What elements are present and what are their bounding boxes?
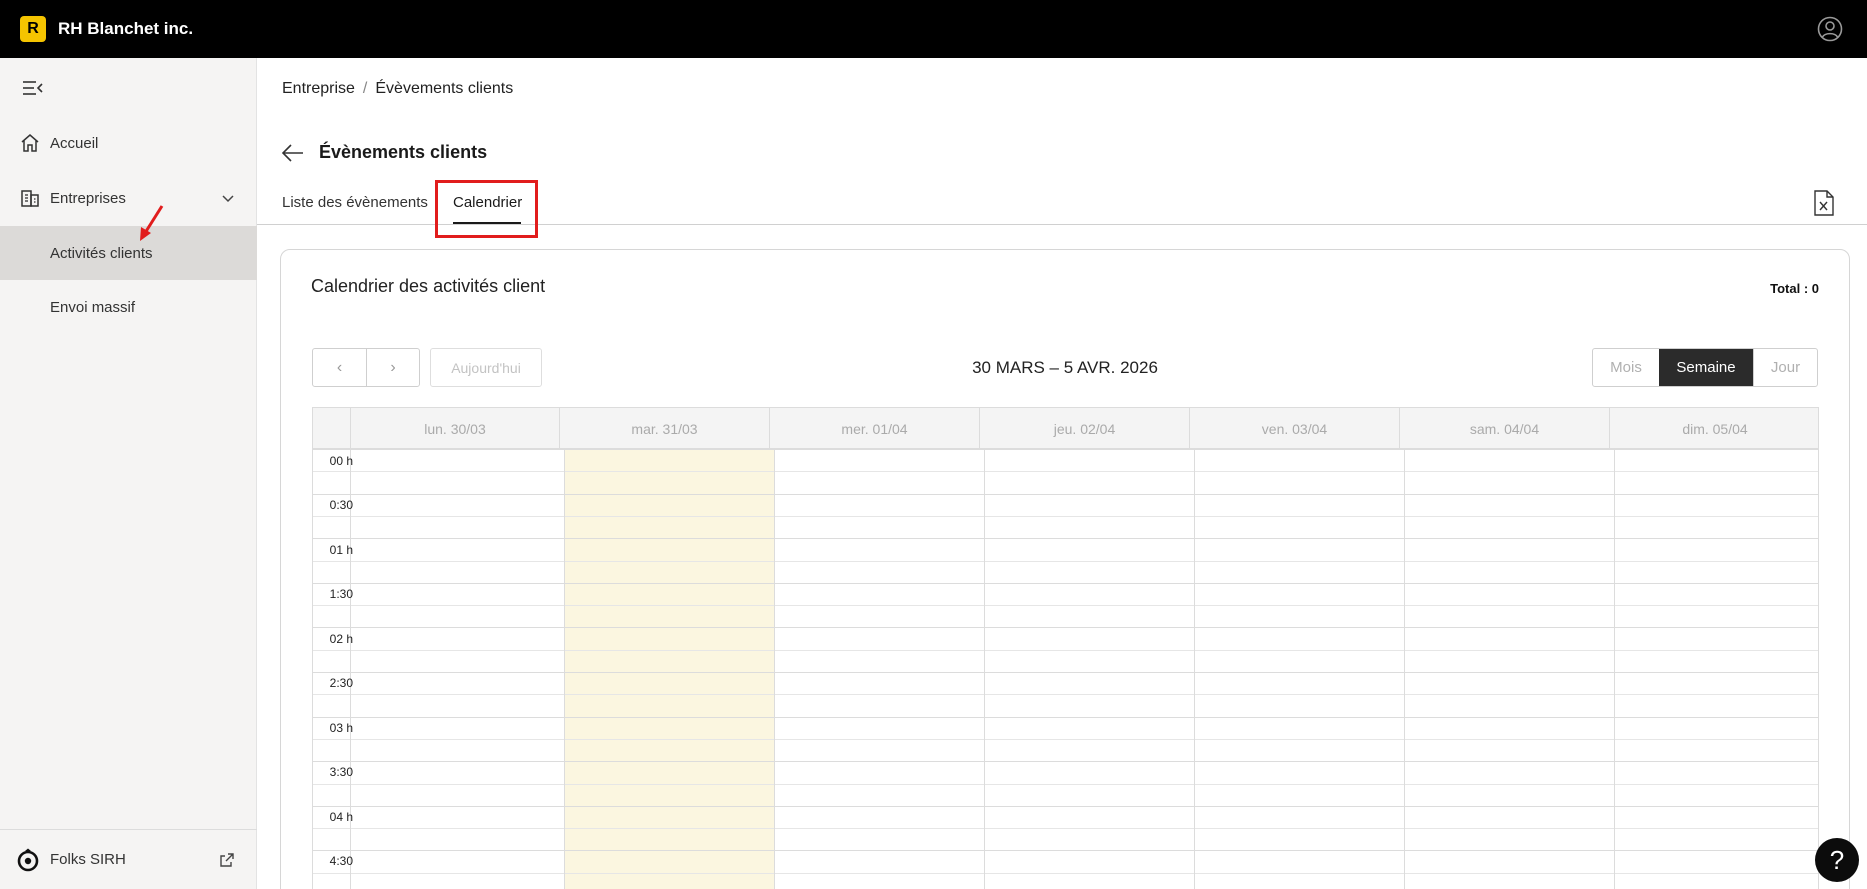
- sidebar-item-label: Activités clients: [50, 244, 153, 262]
- previous-button[interactable]: ‹: [313, 349, 366, 386]
- time-label: 4:30: [329, 854, 353, 868]
- grid-row-line: [313, 449, 1818, 450]
- collapse-menu-icon[interactable]: [22, 80, 44, 96]
- time-label: 03 h: [329, 721, 353, 735]
- grid-row-line: [313, 872, 1818, 874]
- annotation-arrow-icon: [140, 205, 164, 241]
- calendar-nav-group: ‹ ›: [312, 348, 420, 387]
- grid-row-line: [313, 538, 1818, 540]
- time-label: 2:30: [329, 676, 353, 690]
- grid-row-line: [313, 783, 1818, 785]
- excel-export-icon[interactable]: [1813, 190, 1835, 216]
- grid-row-line: [313, 761, 1818, 763]
- day-header: sam. 04/04: [1399, 408, 1609, 449]
- next-button[interactable]: ›: [365, 349, 419, 386]
- chevron-down-icon[interactable]: [221, 191, 235, 205]
- grid-row-line: [313, 605, 1818, 607]
- time-label: 1:30: [329, 587, 353, 601]
- folks-sirh-label: Folks SIRH: [50, 851, 126, 868]
- day-header: lun. 30/03: [350, 408, 559, 449]
- building-icon: [21, 190, 39, 207]
- grid-column-line: [774, 449, 775, 889]
- sidebar-footer[interactable]: Folks SIRH: [0, 829, 257, 889]
- time-label: 00 h: [329, 454, 353, 468]
- sidebar-item-label: Envoi massif: [50, 298, 136, 316]
- back-arrow-icon[interactable]: [281, 143, 305, 163]
- grid-row-line: [313, 805, 1818, 807]
- grid-column-line: [1614, 449, 1615, 889]
- grid-column-line: [984, 449, 985, 889]
- grid-row-line: [313, 649, 1818, 651]
- external-link-icon[interactable]: [219, 852, 235, 868]
- sidebar-item-accueil[interactable]: Accueil: [0, 116, 257, 170]
- sidebar-item-label: Entreprises: [50, 189, 126, 207]
- total-count: Total : 0: [1770, 281, 1819, 296]
- grid-row-line: [313, 627, 1818, 629]
- calendar-header: lun. 30/03 mar. 31/03 mer. 01/04 jeu. 02…: [313, 407, 1818, 449]
- sidebar-item-label: Accueil: [50, 134, 99, 152]
- date-range-label: 30 MARS – 5 AVR. 2026: [972, 358, 1158, 377]
- time-label: 3:30: [329, 765, 353, 779]
- day-header: ven. 03/04: [1189, 408, 1399, 449]
- breadcrumb-root[interactable]: Entreprise: [282, 80, 355, 97]
- home-icon: [21, 134, 39, 152]
- view-month-button[interactable]: Mois: [1593, 349, 1659, 386]
- user-account-icon[interactable]: [1817, 16, 1843, 42]
- grid-row-line: [313, 515, 1818, 517]
- tab-liste-evenements[interactable]: Liste des évènements: [282, 194, 428, 211]
- card-title: Calendrier des activités client: [311, 276, 546, 296]
- day-header: mer. 01/04: [769, 408, 979, 449]
- breadcrumb-current: Évèvements clients: [375, 80, 514, 97]
- grid-row-line: [313, 850, 1818, 852]
- breadcrumb: Entreprise / Évèvements clients: [282, 80, 513, 98]
- grid-row-line: [313, 716, 1818, 718]
- page-title: Évènements clients: [319, 142, 488, 162]
- time-label: 02 h: [329, 632, 353, 646]
- breadcrumb-separator: /: [362, 80, 368, 97]
- time-label: 01 h: [329, 543, 353, 557]
- grid-column-line: [1194, 449, 1195, 889]
- day-header: jeu. 02/04: [979, 408, 1189, 449]
- annotation-highlight-box: [435, 180, 538, 238]
- view-day-button[interactable]: Jour: [1753, 349, 1817, 386]
- grid-row-line: [313, 560, 1818, 562]
- grid-row-line: [313, 828, 1818, 830]
- grid-column-line: [1404, 449, 1405, 889]
- help-button[interactable]: ?: [1815, 838, 1859, 882]
- sidebar-item-activites-clients[interactable]: Activités clients: [0, 226, 257, 280]
- sidebar-item-envoi-massif[interactable]: Envoi massif: [0, 280, 257, 334]
- week-calendar-grid: lun. 30/03 mar. 31/03 mer. 01/04 jeu. 02…: [312, 407, 1819, 889]
- view-week-button[interactable]: Semaine: [1659, 349, 1753, 386]
- time-label: 04 h: [329, 810, 353, 824]
- time-label: 0:30: [329, 498, 353, 512]
- grid-row-line: [313, 738, 1818, 740]
- grid-row-line: [313, 694, 1818, 696]
- grid-row-line: [313, 672, 1818, 673]
- time-gutter-header: [313, 408, 350, 449]
- day-header: dim. 05/04: [1609, 408, 1818, 449]
- sidebar: Accueil Entreprises Activités clients En…: [0, 58, 257, 889]
- sidebar-item-entreprises[interactable]: Entreprises: [0, 171, 257, 225]
- folks-logo-icon: [17, 848, 39, 871]
- view-switcher: Mois Semaine Jour: [1592, 348, 1818, 387]
- grid-column-line: [564, 449, 565, 889]
- top-bar: R RH Blanchet inc.: [0, 0, 1867, 58]
- grid-row-line: [313, 471, 1818, 473]
- company-name: RH Blanchet inc.: [58, 19, 194, 38]
- grid-row-line: [313, 582, 1818, 584]
- grid-row-line: [313, 493, 1818, 495]
- company-logo: R: [20, 16, 46, 42]
- today-button[interactable]: Aujourd'hui: [430, 348, 542, 387]
- day-header: mar. 31/03: [559, 408, 769, 449]
